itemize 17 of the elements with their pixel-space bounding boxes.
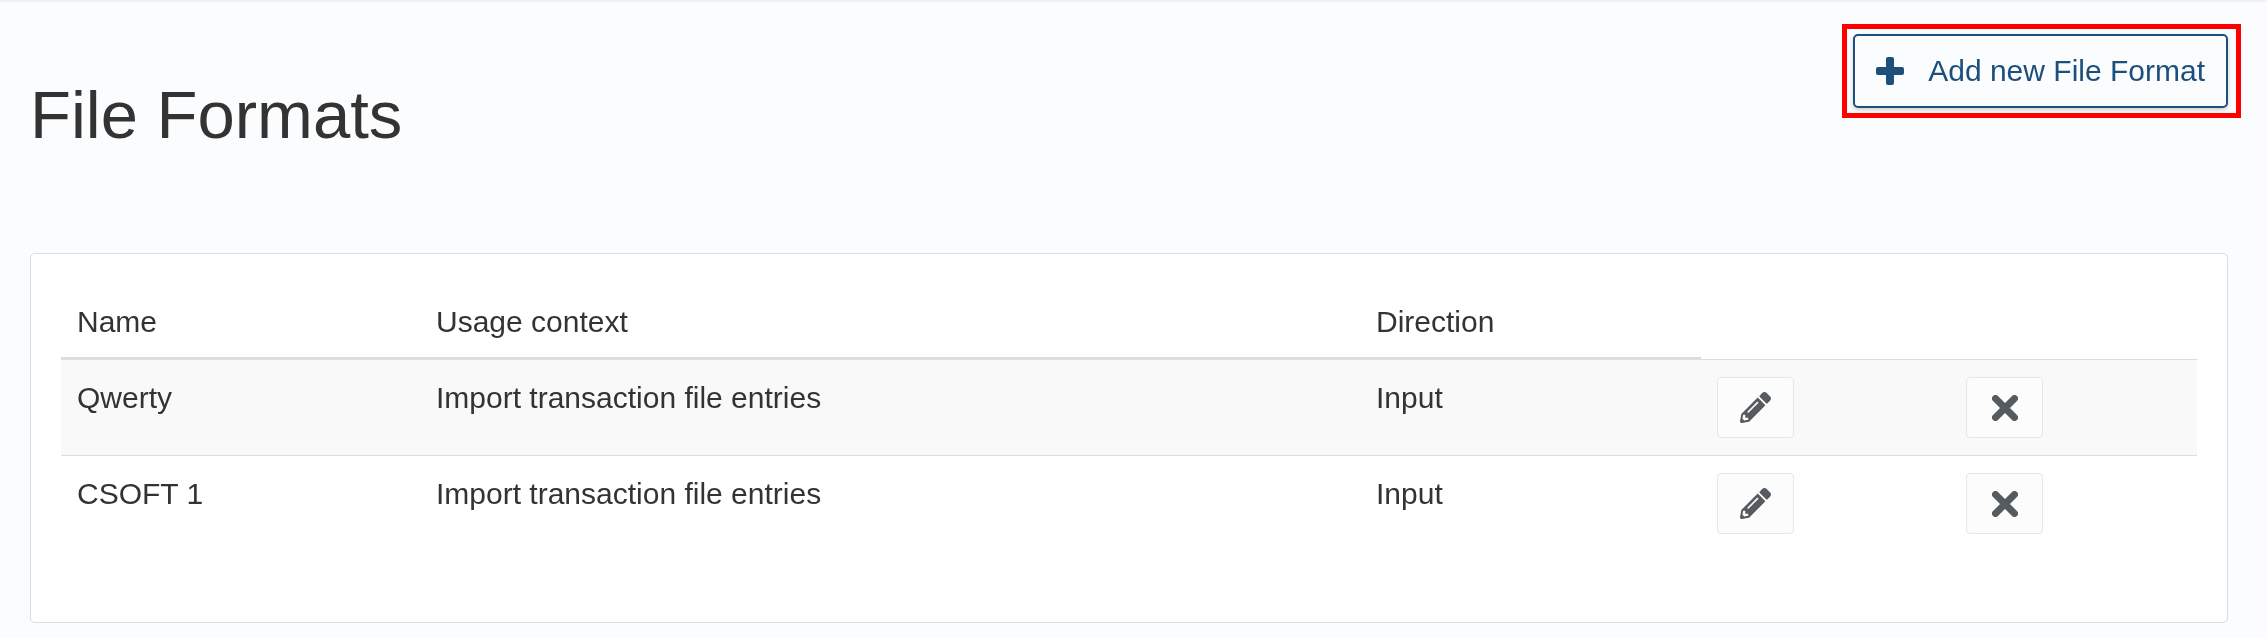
pencil-icon [1740,488,1771,519]
table-cell: Input [1360,455,1701,551]
table-cell-text: Qwerty [76,380,173,416]
add-button[interactable]: Add new File Format [1853,34,2228,108]
edit-button[interactable] [1717,377,1794,438]
x-icon [1991,394,2018,421]
page-title: File Formats [30,78,403,152]
table-cell-text: Input [1375,380,1444,416]
x-icon [1991,490,2018,517]
table-cell-text: Import transaction file entries [435,380,823,416]
pencil-icon [1740,392,1771,423]
edit-button[interactable] [1717,473,1794,534]
table-cell: Import transaction file entries [420,455,1360,551]
delete-button[interactable] [1966,377,2043,438]
delete-button[interactable] [1966,473,2043,534]
table-cell: CSOFT 1 [61,455,420,551]
plus-icon [1876,57,1905,85]
